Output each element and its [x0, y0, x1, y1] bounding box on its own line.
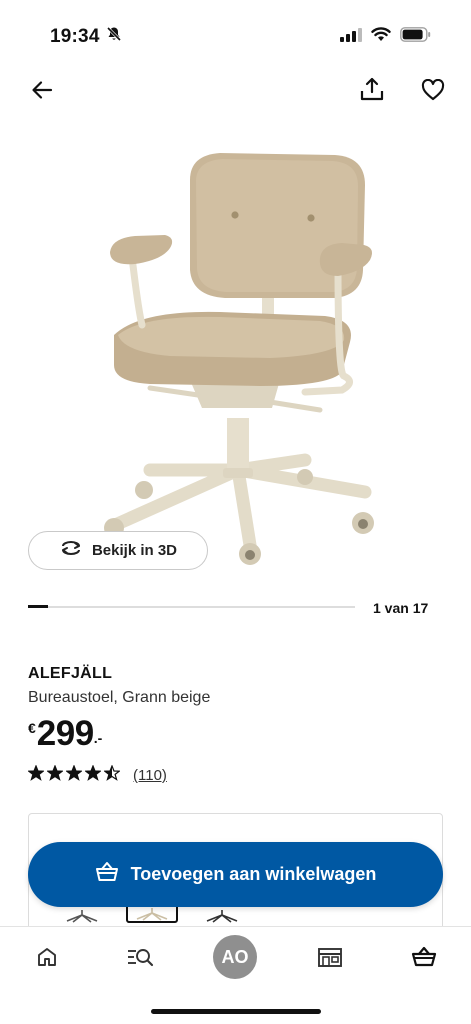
arrow-left-icon: [31, 79, 53, 106]
star-full-icon: [27, 764, 45, 786]
top-nav: [0, 72, 471, 112]
home-indicator: [151, 1009, 321, 1014]
tab-profile-avatar[interactable]: AO: [213, 935, 257, 979]
rating-count-link[interactable]: (110): [133, 767, 167, 784]
add-to-cart-button[interactable]: Toevoegen aan winkelwagen: [28, 842, 443, 907]
product-image[interactable]: [80, 140, 400, 580]
gallery-counter: 1 van 17: [373, 600, 429, 616]
wifi-icon: [371, 27, 391, 47]
price-integer: 299: [36, 714, 94, 753]
product-rating[interactable]: (110): [27, 764, 167, 786]
tab-home[interactable]: [25, 937, 69, 981]
gallery-progress-bar: [28, 605, 355, 608]
gallery-progress-fill: [28, 605, 48, 608]
tab-cart[interactable]: [402, 937, 446, 981]
product-price: € 299 .-: [28, 714, 102, 754]
star-full-icon: [46, 764, 64, 786]
view-3d-button[interactable]: Bekijk in 3D: [28, 531, 208, 570]
back-button[interactable]: [25, 75, 59, 109]
signal-icon: [340, 27, 362, 47]
star-full-icon: [65, 764, 83, 786]
rotate-3d-icon: [59, 540, 83, 561]
heart-icon: [421, 78, 445, 106]
tab-stores[interactable]: [308, 937, 352, 981]
mute-bell-icon: [106, 26, 122, 48]
basket-icon: [95, 861, 119, 888]
view-3d-label: Bekijk in 3D: [91, 542, 178, 559]
star-half-icon: [103, 764, 121, 786]
battery-icon: [400, 27, 431, 47]
office-chair-image: [104, 153, 374, 565]
home-icon: [36, 946, 58, 973]
add-to-cart-label: Toevoegen aan winkelwagen: [130, 864, 377, 884]
basket-icon: [411, 946, 437, 973]
tab-search[interactable]: [118, 937, 162, 981]
product-description: Bureaustoel, Grann beige: [28, 689, 211, 706]
product-name: ALEFJÄLL: [28, 665, 113, 682]
status-time: 19:34: [50, 26, 100, 47]
favourite-button[interactable]: [416, 75, 450, 109]
rating-stars: [27, 764, 121, 786]
price-decimal: .-: [93, 730, 103, 746]
share-icon: [359, 76, 385, 107]
share-button[interactable]: [355, 74, 389, 108]
search-list-icon: [126, 946, 154, 973]
price-currency: €: [28, 720, 36, 736]
status-bar: 19:34: [0, 0, 471, 70]
star-full-icon: [84, 764, 102, 786]
store-icon: [317, 946, 343, 973]
